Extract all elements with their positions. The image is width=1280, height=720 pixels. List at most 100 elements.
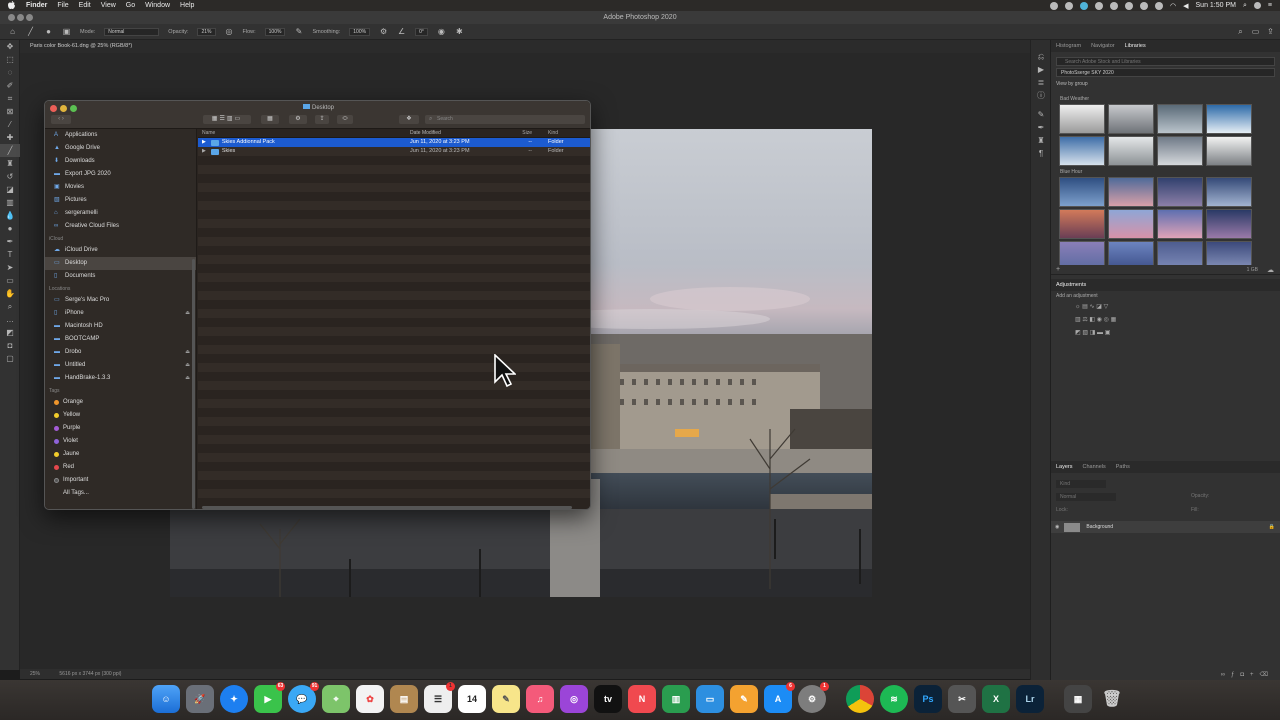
- minimize-window-button[interactable]: [17, 14, 24, 21]
- sky-thumbnail[interactable]: [1157, 209, 1203, 239]
- healing-brush-tool-icon[interactable]: ✚: [0, 131, 20, 144]
- pages-icon[interactable]: ✎: [730, 685, 758, 713]
- app-store-icon[interactable]: A6: [764, 682, 795, 713]
- blend-mode-select[interactable]: Normal: [1056, 493, 1116, 501]
- lightroom-icon[interactable]: Lr: [1016, 685, 1044, 713]
- disclosure-triangle-icon[interactable]: ▶: [202, 147, 206, 156]
- share-icon[interactable]: ⇪: [315, 115, 329, 124]
- threshold-icon[interactable]: ◨: [1090, 330, 1096, 336]
- sky-thumbnail[interactable]: [1157, 241, 1203, 265]
- crop-tool-icon[interactable]: ⌗: [0, 92, 20, 105]
- mask-icon[interactable]: ◘: [1240, 672, 1250, 678]
- tags-icon[interactable]: ⬭: [337, 115, 353, 124]
- sky-thumbnail[interactable]: [1206, 209, 1252, 239]
- photo-filter-icon[interactable]: ◉: [1097, 317, 1102, 323]
- status-app-icon[interactable]: [1110, 1, 1119, 10]
- type-tool-icon[interactable]: T: [0, 248, 20, 261]
- sidebar-item-creative-cloud[interactable]: ∞ Creative Cloud Files: [45, 220, 196, 233]
- sky-thumbnail[interactable]: [1108, 209, 1154, 239]
- sky-thumbnail[interactable]: [1157, 136, 1203, 166]
- tab-adjustments[interactable]: Adjustments: [1056, 282, 1086, 288]
- fx-icon[interactable]: ƒ: [1231, 672, 1240, 678]
- layer-row[interactable]: ◉ Background 🔒: [1051, 521, 1280, 533]
- home-icon[interactable]: ⌂: [8, 27, 17, 36]
- group-blue-hour[interactable]: Blue Hour: [1051, 168, 1280, 177]
- levels-icon[interactable]: ▤: [1082, 304, 1088, 310]
- sidebar-tag-red[interactable]: Red: [45, 461, 196, 474]
- hue-saturation-icon[interactable]: ▥: [1075, 317, 1081, 323]
- finder-icon[interactable]: ☺: [152, 685, 180, 713]
- sidebar-item-bootcamp[interactable]: ▬ BOOTCAMP: [45, 333, 196, 346]
- tab-libraries[interactable]: Libraries: [1125, 43, 1146, 49]
- group-bad-weather[interactable]: Bad Weather: [1051, 95, 1280, 104]
- sky-thumbnail[interactable]: [1059, 104, 1105, 134]
- action-gear-icon[interactable]: ⚙: [289, 115, 307, 124]
- document-tab[interactable]: Paris color Book-61.dng @ 25% (RGB/8*): [20, 40, 1030, 53]
- column-size[interactable]: Size: [502, 129, 544, 137]
- selective-color-icon[interactable]: ▣: [1105, 330, 1111, 336]
- brush-preset-icon[interactable]: ●: [44, 27, 53, 36]
- share-icon[interactable]: ⇪: [1266, 27, 1275, 36]
- quick-selection-tool-icon[interactable]: ✐: [0, 79, 20, 92]
- view-by-dropdown[interactable]: View by group: [1051, 79, 1280, 89]
- library-select[interactable]: PhotoSserge SKY 2020: [1056, 68, 1275, 77]
- rectangle-tool-icon[interactable]: ▭: [0, 274, 20, 287]
- sidebar-scrollbar[interactable]: [192, 259, 195, 509]
- angle-field[interactable]: 0°: [415, 27, 428, 36]
- frame-tool-icon[interactable]: ⊠: [0, 105, 20, 118]
- sky-thumbnail[interactable]: [1059, 241, 1105, 265]
- paragraph-icon[interactable]: ¶: [1031, 147, 1051, 160]
- menu-help[interactable]: Help: [180, 2, 194, 9]
- status-cloud-icon[interactable]: [1080, 1, 1089, 10]
- vibrance-icon[interactable]: ▽: [1104, 304, 1109, 310]
- notification-center-icon[interactable]: ≡: [1268, 2, 1272, 9]
- brush-tool-icon[interactable]: ╱: [0, 144, 20, 157]
- sidebar-all-tags[interactable]: All Tags...: [45, 487, 196, 500]
- back-forward-buttons[interactable]: ‹ ›: [51, 115, 71, 124]
- invert-icon[interactable]: ◩: [1075, 330, 1081, 336]
- sidebar-item-movies[interactable]: ▣ Movies: [45, 181, 196, 194]
- sky-thumbnail[interactable]: [1108, 177, 1154, 207]
- avatar[interactable]: [1253, 2, 1261, 9]
- column-kind[interactable]: Kind: [544, 129, 590, 137]
- sky-thumbnail[interactable]: [1108, 136, 1154, 166]
- eraser-tool-icon[interactable]: ◪: [0, 183, 20, 196]
- path-selection-tool-icon[interactable]: ➤: [0, 261, 20, 274]
- exposure-icon[interactable]: ◪: [1096, 304, 1102, 310]
- move-tool-icon[interactable]: ✥: [0, 40, 20, 53]
- column-date-modified[interactable]: Date Modified: [410, 129, 502, 137]
- clone-stamp-tool-icon[interactable]: ♜: [0, 157, 20, 170]
- angle-icon[interactable]: ∠: [397, 27, 406, 36]
- actions-icon[interactable]: ▶: [1031, 63, 1051, 76]
- lasso-tool-icon[interactable]: ◌: [0, 66, 20, 79]
- screen-mode-icon[interactable]: ▢: [0, 352, 20, 365]
- mode-select[interactable]: Normal: [104, 27, 160, 36]
- brush-settings-icon[interactable]: ✎: [1031, 108, 1051, 121]
- sky-thumbnail[interactable]: [1108, 104, 1154, 134]
- clone-source-icon[interactable]: ♜: [1031, 134, 1051, 147]
- library-search-input[interactable]: Search Adobe Stock and Libraries: [1056, 57, 1275, 66]
- photos-icon[interactable]: ✿: [356, 685, 384, 713]
- sidebar-item-home[interactable]: ⌂ sergeramelli: [45, 207, 196, 220]
- sidebar-item-documents[interactable]: ▯ Documents: [45, 270, 196, 283]
- dropbox-icon[interactable]: ❖: [399, 115, 419, 124]
- file-row[interactable]: ▶ Skies Addionnal Pack Jun 11, 2020 at 3:…: [198, 138, 590, 147]
- quick-mask-icon[interactable]: ◘: [0, 339, 20, 352]
- sky-thumbnail[interactable]: [1206, 241, 1252, 265]
- clock[interactable]: Sun 1:50 PM: [1196, 2, 1236, 9]
- sidebar-item-untitled[interactable]: ▬ Untitled ⏏: [45, 359, 196, 372]
- wifi-icon[interactable]: ◠: [1170, 2, 1176, 10]
- menu-view[interactable]: View: [101, 2, 116, 9]
- sidebar-item-applications[interactable]: A Applications: [45, 129, 196, 142]
- symmetry-icon[interactable]: ✱: [455, 27, 464, 36]
- excel-icon[interactable]: X: [982, 685, 1010, 713]
- spotify-icon[interactable]: ≋: [880, 685, 908, 713]
- workspace-icon[interactable]: ▭: [1251, 27, 1260, 36]
- notes-icon[interactable]: ✎: [492, 685, 520, 713]
- layer-name[interactable]: Background: [1086, 524, 1113, 530]
- apple-menu-icon[interactable]: [8, 0, 18, 11]
- search-icon[interactable]: ⌕: [1236, 27, 1245, 36]
- eject-icon[interactable]: ⏏: [185, 346, 190, 359]
- visibility-eye-icon[interactable]: ◉: [1055, 524, 1059, 530]
- sidebar-item-google-drive[interactable]: ▲ Google Drive: [45, 142, 196, 155]
